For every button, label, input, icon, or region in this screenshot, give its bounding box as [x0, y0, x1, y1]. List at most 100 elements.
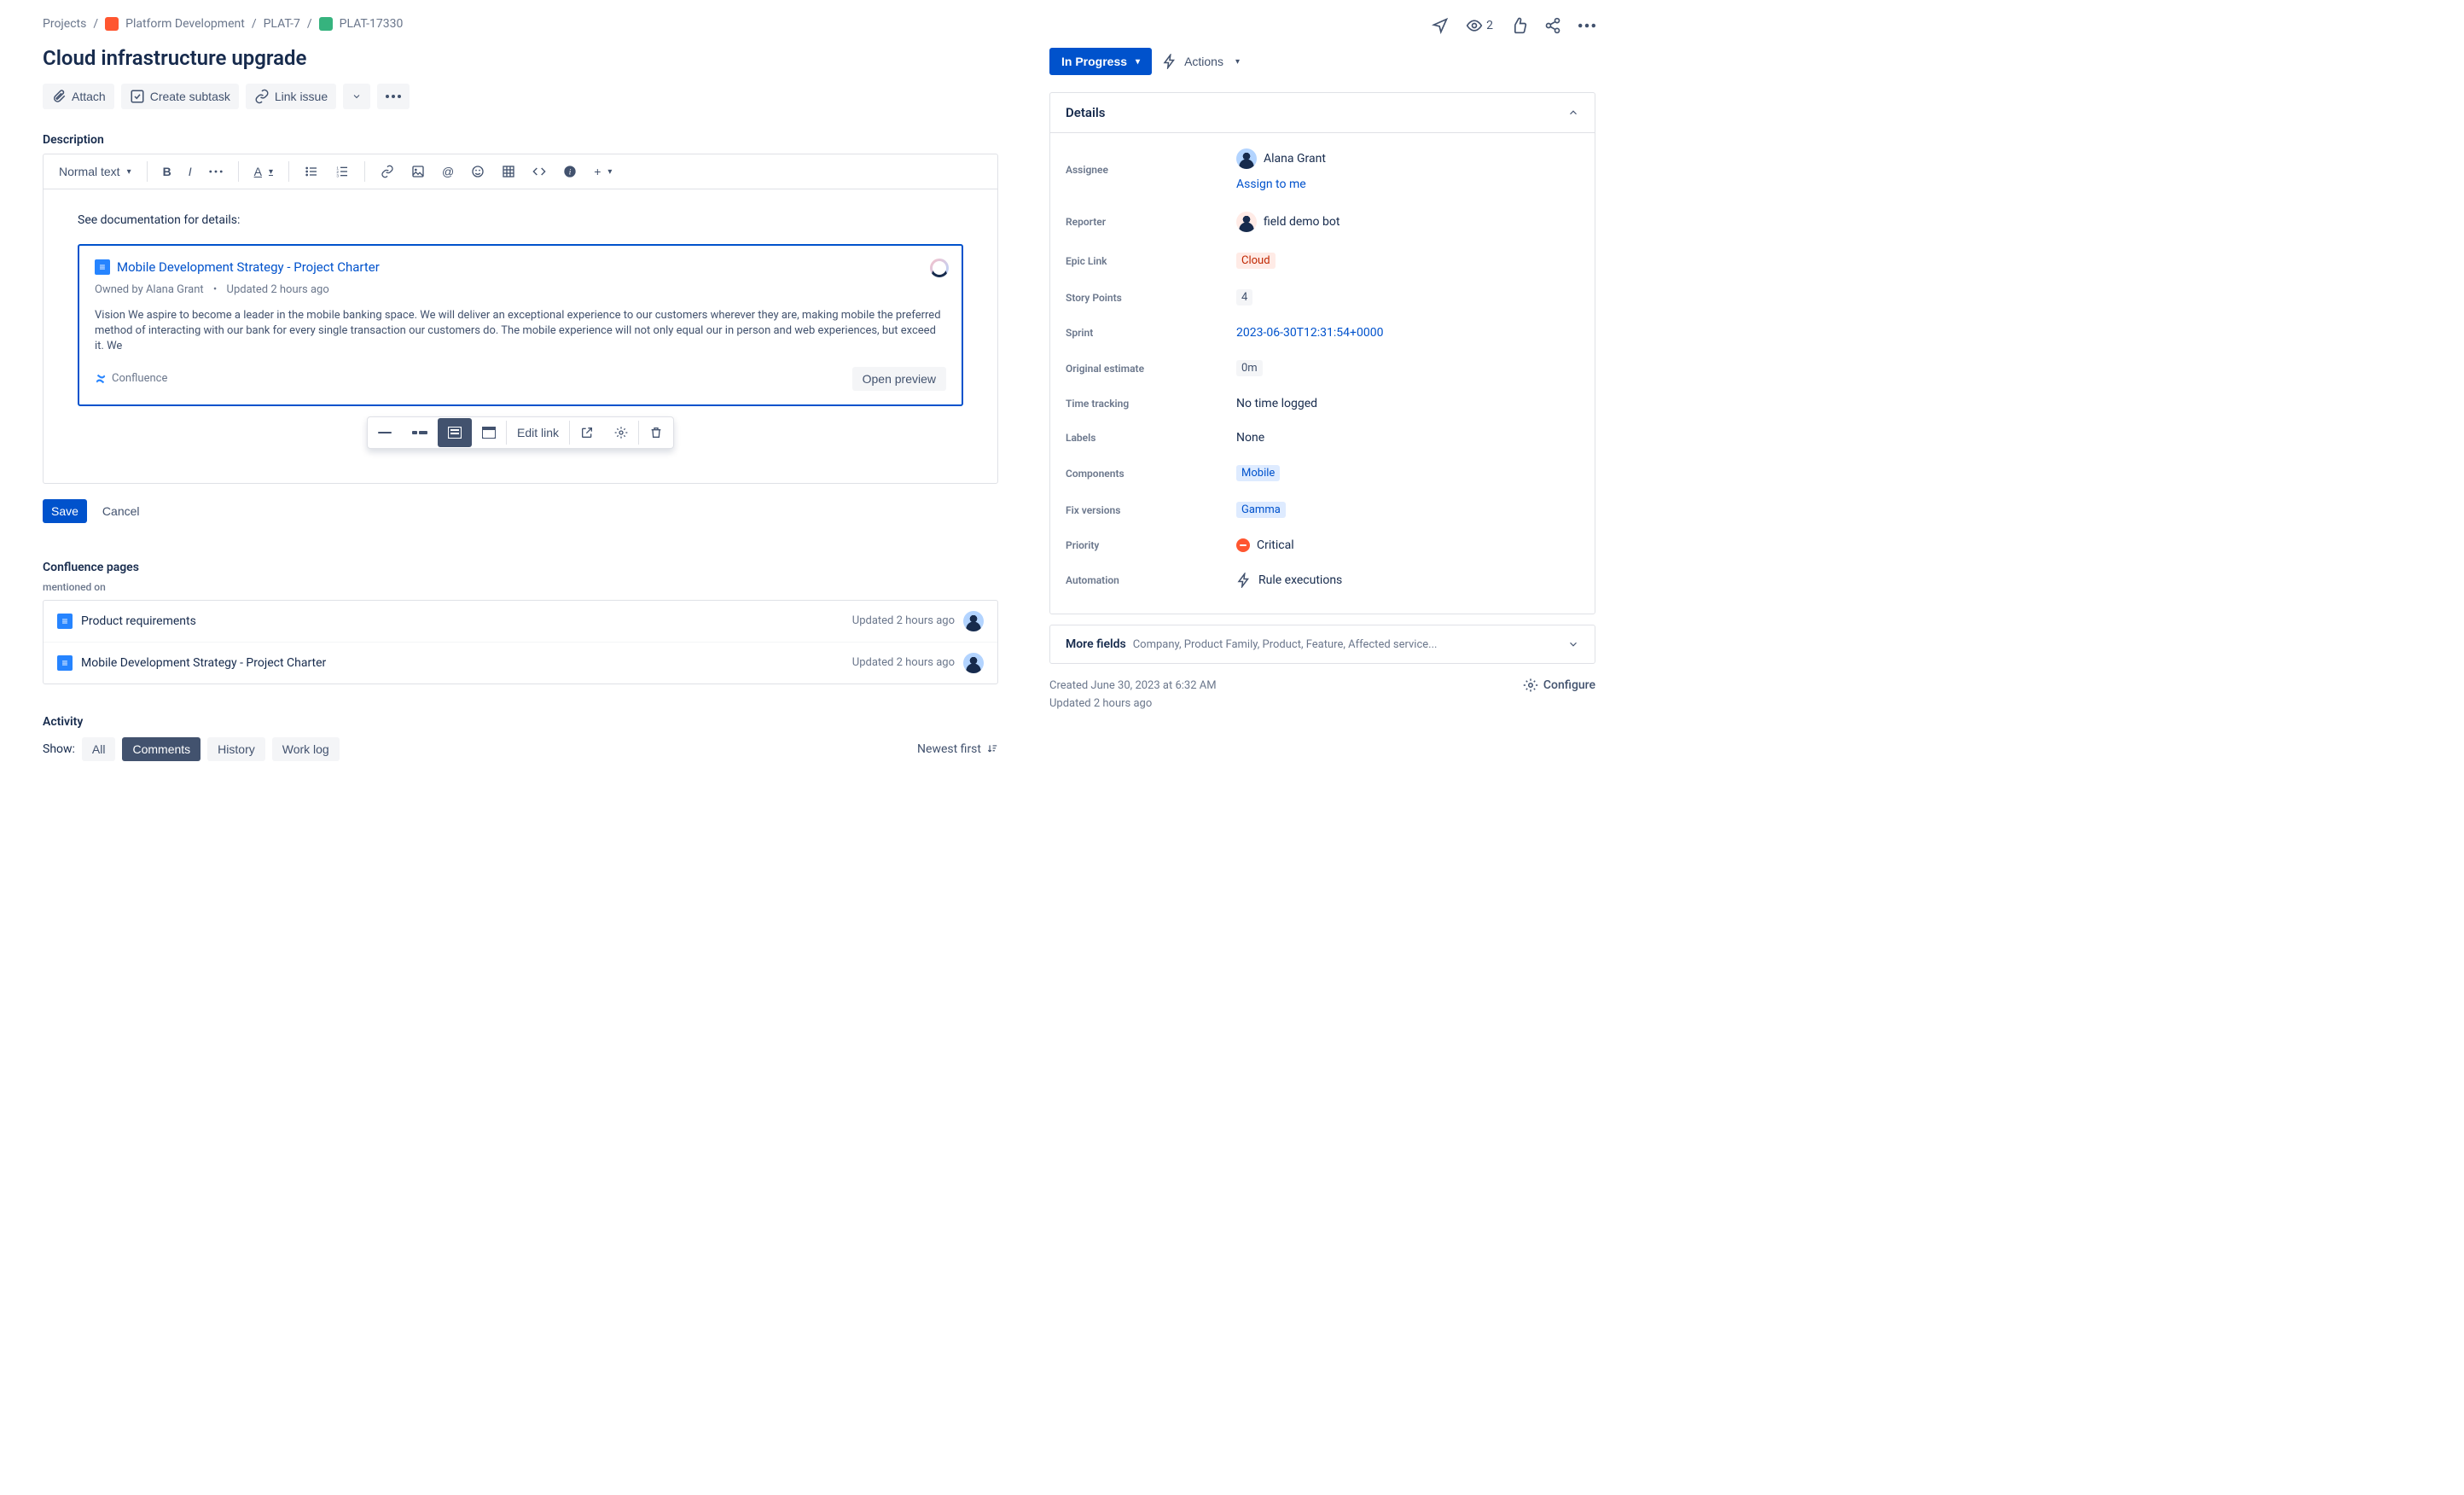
display-url-button[interactable]: [368, 422, 402, 444]
save-button[interactable]: Save: [43, 499, 87, 523]
link-issue-dropdown[interactable]: [343, 84, 370, 109]
breadcrumb-projects[interactable]: Projects: [43, 17, 86, 31]
breadcrumb-project[interactable]: Platform Development: [125, 17, 245, 31]
smartlink-snippet: Vision We aspire to become a leader in t…: [95, 308, 946, 355]
smartlink-title[interactable]: Mobile Development Strategy - Project Ch…: [117, 259, 380, 275]
create-subtask-label: Create subtask: [150, 90, 230, 103]
open-link-button[interactable]: [570, 417, 604, 448]
feedback-icon[interactable]: [1432, 17, 1449, 34]
field-story-points[interactable]: Story Points 4: [1066, 279, 1579, 316]
insert-link-button[interactable]: [374, 160, 401, 183]
smartlink-card[interactable]: Mobile Development Strategy - Project Ch…: [78, 244, 963, 406]
issue-type-icon: [319, 17, 333, 31]
more-fields-sublabel: Company, Product Family, Product, Featur…: [1133, 638, 1560, 651]
tab-history[interactable]: History: [207, 737, 265, 761]
field-epic-link[interactable]: Epic Link Cloud: [1066, 242, 1579, 279]
more-formatting-button[interactable]: [202, 165, 230, 178]
field-automation[interactable]: Automation Rule executions: [1066, 562, 1579, 598]
field-sprint[interactable]: Sprint 2023-06-30T12:31:54+0000: [1066, 316, 1579, 350]
epic-link-value[interactable]: Cloud: [1236, 253, 1276, 269]
reporter-name: field demo bot: [1264, 215, 1340, 229]
field-assignee[interactable]: Assignee Alana Grant Assign to me: [1066, 138, 1579, 201]
code-button[interactable]: [526, 160, 553, 183]
confluence-page-row[interactable]: Mobile Development Strategy - Project Ch…: [44, 642, 997, 684]
more-actions-button[interactable]: [377, 84, 410, 109]
display-embed-button[interactable]: [472, 418, 506, 447]
sort-button[interactable]: Newest first: [917, 742, 998, 756]
automation-value[interactable]: Rule executions: [1258, 573, 1342, 587]
story-points-value: 4: [1236, 289, 1252, 305]
confluence-page-row[interactable]: Product requirements Updated 2 hours ago: [44, 601, 997, 642]
project-icon: [105, 17, 119, 31]
configure-button[interactable]: Configure: [1523, 678, 1595, 693]
text-color-button[interactable]: A: [247, 160, 280, 183]
cancel-button[interactable]: Cancel: [92, 497, 150, 525]
text-style-dropdown[interactable]: Normal text: [52, 160, 138, 183]
details-heading: Details: [1066, 105, 1105, 120]
tab-worklog[interactable]: Work log: [272, 737, 340, 761]
issue-title[interactable]: Cloud infrastructure upgrade: [43, 46, 998, 70]
tab-comments[interactable]: Comments: [122, 737, 200, 761]
vote-button[interactable]: [1510, 17, 1527, 34]
editor-body[interactable]: See documentation for details: Mobile De…: [44, 189, 997, 483]
breadcrumb-separator: /: [93, 17, 98, 31]
bullet-list-button[interactable]: [298, 160, 325, 183]
assignee-name: Alana Grant: [1264, 152, 1326, 166]
components-value[interactable]: Mobile: [1236, 465, 1280, 481]
thumbs-up-icon: [1510, 17, 1527, 34]
link-settings-button[interactable]: [604, 417, 638, 448]
eye-icon: [1466, 17, 1483, 34]
field-labels[interactable]: Labels None: [1066, 421, 1579, 455]
status-dropdown[interactable]: In Progress: [1049, 48, 1152, 75]
breadcrumb-separator: /: [307, 17, 312, 31]
emoji-button[interactable]: [464, 160, 491, 183]
breadcrumb: Projects / Platform Development / PLAT-7…: [43, 17, 998, 31]
subtask-icon: [130, 89, 145, 104]
doc-icon: [57, 655, 73, 671]
actions-dropdown[interactable]: Actions: [1162, 54, 1240, 69]
sprint-value[interactable]: 2023-06-30T12:31:54+0000: [1236, 326, 1383, 340]
fix-versions-value[interactable]: Gamma: [1236, 502, 1286, 518]
mention-button[interactable]: @: [435, 160, 461, 183]
table-button[interactable]: [495, 160, 522, 183]
more-icon: [386, 95, 401, 98]
italic-button[interactable]: I: [182, 160, 199, 183]
breadcrumb-epic[interactable]: PLAT-7: [264, 17, 300, 31]
info-button[interactable]: i: [556, 160, 584, 183]
more-icon: [1578, 23, 1595, 28]
create-subtask-button[interactable]: Create subtask: [121, 84, 239, 109]
field-priority[interactable]: Priority Critical: [1066, 528, 1579, 562]
field-original-estimate[interactable]: Original estimate 0m: [1066, 350, 1579, 387]
field-time-tracking[interactable]: Time tracking No time logged: [1066, 387, 1579, 421]
field-fix-versions[interactable]: Fix versions Gamma: [1066, 492, 1579, 528]
share-button[interactable]: [1544, 17, 1561, 34]
details-header[interactable]: Details: [1050, 93, 1595, 132]
insert-more-button[interactable]: +: [587, 160, 619, 183]
open-preview-button[interactable]: Open preview: [852, 367, 946, 391]
link-issue-button[interactable]: Link issue: [246, 84, 336, 109]
estimate-value: 0m: [1236, 360, 1263, 376]
delete-link-button[interactable]: [639, 417, 673, 448]
edit-link-button[interactable]: Edit link: [507, 417, 569, 448]
field-reporter[interactable]: Reporter field demo bot: [1066, 201, 1579, 242]
tab-all[interactable]: All: [82, 737, 116, 761]
top-icons: 2: [1049, 17, 1595, 34]
link-issue-label: Link issue: [275, 90, 328, 103]
assign-to-me-link[interactable]: Assign to me: [1236, 177, 1306, 191]
bold-button[interactable]: B: [156, 160, 178, 183]
more-button[interactable]: [1578, 23, 1595, 28]
display-card-button[interactable]: [438, 418, 472, 447]
insert-image-button[interactable]: [404, 160, 432, 183]
gear-icon: [1523, 678, 1538, 693]
attach-button[interactable]: Attach: [43, 84, 114, 109]
watchers-button[interactable]: 2: [1466, 17, 1493, 34]
chevron-down-icon: [1567, 638, 1579, 650]
field-components[interactable]: Components Mobile: [1066, 455, 1579, 492]
display-inline-button[interactable]: [402, 420, 438, 445]
share-icon: [1544, 17, 1561, 34]
breadcrumb-issue[interactable]: PLAT-17330: [340, 17, 404, 31]
more-fields-panel[interactable]: More fields Company, Product Family, Pro…: [1049, 625, 1595, 664]
trash-icon: [649, 426, 663, 439]
numbered-list-button[interactable]: 123: [328, 160, 356, 183]
time-tracking-value: No time logged: [1236, 397, 1579, 410]
